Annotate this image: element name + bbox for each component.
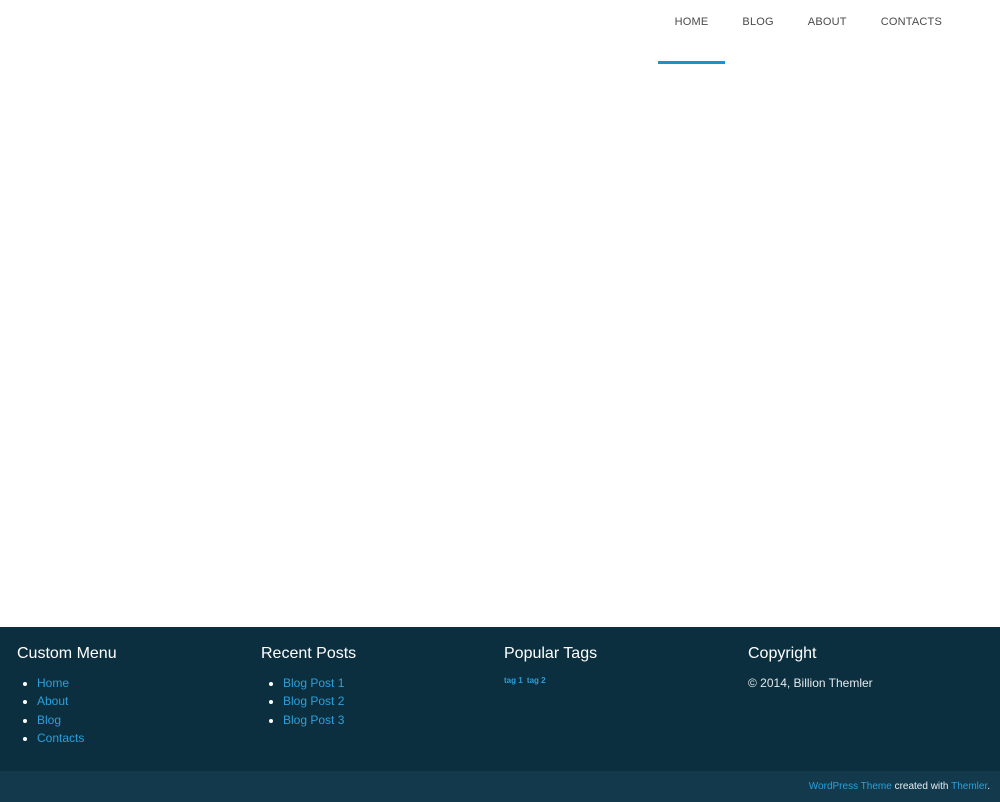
main-content [0,66,1000,627]
nav-item-contacts[interactable]: CONTACTS [864,0,959,64]
nav-item-label: HOME [674,16,709,28]
tag-link-1[interactable]: tag 1 [504,676,523,685]
footer-link-about[interactable]: About [37,694,68,708]
nav-item-about[interactable]: ABOUT [791,0,864,64]
footer-link-contacts[interactable]: Contacts [37,731,84,745]
nav-item-blog[interactable]: BLOG [725,0,790,64]
footer-popular-tags: Popular Tags tag 1 tag 2 [504,644,597,688]
nav-item-label: BLOG [742,16,774,28]
list-item: Blog Post 1 [283,674,356,692]
nav-item-label: CONTACTS [880,16,942,28]
footer-copyright: Copyright © 2014, Billion Themler [748,644,873,692]
list-item: Contacts [37,729,117,747]
list-item: About [37,692,117,710]
footer-custom-menu-title: Custom Menu [17,645,117,662]
nav-item-label: ABOUT [807,16,847,28]
tag-cloud: tag 1 tag 2 [504,674,597,688]
site-footer: Custom Menu Home About Blog Contacts Rec… [0,627,1000,771]
list-item: Blog Post 2 [283,692,356,710]
footer-link-blog-post-1[interactable]: Blog Post 1 [283,676,344,690]
footer-copyright-title: Copyright [748,645,817,662]
list-item: Blog [37,711,117,729]
footer-link-blog-post-3[interactable]: Blog Post 3 [283,713,344,727]
custom-menu-list: Home About Blog Contacts [17,674,117,748]
footer-recent-posts-title: Recent Posts [261,645,357,662]
footer-link-blog[interactable]: Blog [37,713,61,727]
copyright-text: © 2014, Billion Themler [748,676,873,690]
credits-text: created with [891,781,952,792]
main-nav: HOME BLOG ABOUT CONTACTS [657,0,959,66]
footer-popular-tags-title: Popular Tags [504,645,598,662]
list-item: Blog Post 3 [283,711,356,729]
wordpress-theme-link[interactable]: WordPress Theme [809,781,892,792]
credits-end: . [987,781,990,792]
list-item: Home [37,674,117,692]
nav-item-home[interactable]: HOME [657,0,726,64]
footer-custom-menu: Custom Menu Home About Blog Contacts [17,644,117,748]
bottom-bar: WordPress Theme created with Themler. [0,771,1000,802]
credits: WordPress Theme created with Themler. [809,781,990,793]
footer-link-blog-post-2[interactable]: Blog Post 2 [283,694,344,708]
tag-link-2[interactable]: tag 2 [527,676,546,685]
recent-posts-list: Blog Post 1 Blog Post 2 Blog Post 3 [261,674,356,729]
footer-link-home[interactable]: Home [37,676,69,690]
themler-link[interactable]: Themler [951,781,987,792]
site-header: HOME BLOG ABOUT CONTACTS [0,0,1000,66]
footer-recent-posts: Recent Posts Blog Post 1 Blog Post 2 Blo… [261,644,356,729]
